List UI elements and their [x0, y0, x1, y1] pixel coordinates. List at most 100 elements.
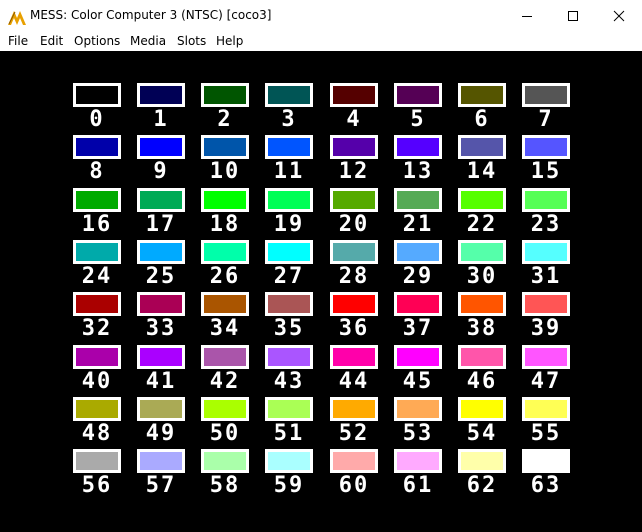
color-index-label: 35 — [273, 316, 305, 341]
color-index-label: 48 — [81, 421, 113, 446]
color-index-label: 20 — [338, 212, 370, 237]
color-swatch — [330, 188, 378, 212]
window-title: MESS: Color Computer 3 (NTSC) [coco3] — [30, 8, 272, 22]
color-swatch — [458, 292, 506, 316]
palette-cell: 15 — [522, 135, 570, 183]
menu-bar: File Edit Options Media Slots Help — [0, 32, 642, 51]
color-index-label: 8 — [89, 159, 105, 184]
palette-cell: 41 — [137, 345, 185, 393]
color-index-label: 59 — [273, 473, 305, 498]
color-index-label: 17 — [145, 212, 177, 237]
color-index-label: 15 — [530, 159, 562, 184]
palette-cell: 28 — [330, 240, 378, 288]
color-swatch — [522, 397, 570, 421]
palette-cell: 51 — [265, 397, 313, 445]
color-index-label: 27 — [273, 264, 305, 289]
color-index-label: 36 — [338, 316, 370, 341]
color-index-label: 60 — [338, 473, 370, 498]
color-index-label: 52 — [338, 421, 370, 446]
color-index-label: 13 — [402, 159, 434, 184]
color-swatch — [458, 188, 506, 212]
color-swatch — [73, 292, 121, 316]
palette-cell: 31 — [522, 240, 570, 288]
palette-cell: 36 — [330, 292, 378, 340]
color-index-label: 29 — [402, 264, 434, 289]
palette-cell: 43 — [265, 345, 313, 393]
palette-cell: 14 — [458, 135, 506, 183]
emulator-screen[interactable]: 0 1 2 3 4 5 6 7 8 9 10 11 12 13 14 15 16 17 18 19 20 21 22 23 24… — [0, 51, 642, 532]
palette-cell: 60 — [330, 449, 378, 497]
color-swatch — [458, 397, 506, 421]
mess-app-icon — [8, 11, 26, 25]
palette-cell: 32 — [73, 292, 121, 340]
color-index-label: 32 — [81, 316, 113, 341]
color-index-label: 33 — [145, 316, 177, 341]
palette-cell: 3 — [265, 83, 313, 131]
color-index-label: 38 — [466, 316, 498, 341]
color-index-label: 3 — [281, 107, 297, 132]
color-index-label: 63 — [530, 473, 562, 498]
palette-cell: 40 — [73, 345, 121, 393]
color-swatch — [330, 292, 378, 316]
menu-file[interactable]: File — [8, 34, 28, 48]
color-index-label: 4 — [346, 107, 362, 132]
color-swatch — [458, 449, 506, 473]
color-index-label: 54 — [466, 421, 498, 446]
menu-edit[interactable]: Edit — [40, 34, 63, 48]
color-swatch — [265, 345, 313, 369]
color-swatch — [394, 292, 442, 316]
color-swatch — [394, 188, 442, 212]
palette-cell: 7 — [522, 83, 570, 131]
color-index-label: 24 — [81, 264, 113, 289]
color-swatch — [522, 135, 570, 159]
color-index-label: 39 — [530, 316, 562, 341]
palette-cell: 13 — [394, 135, 442, 183]
color-swatch — [201, 188, 249, 212]
close-button[interactable] — [596, 0, 642, 32]
menu-slots[interactable]: Slots — [177, 34, 206, 48]
palette-cell: 9 — [137, 135, 185, 183]
color-swatch — [458, 135, 506, 159]
palette-cell: 33 — [137, 292, 185, 340]
color-index-label: 34 — [209, 316, 241, 341]
color-swatch — [201, 292, 249, 316]
maximize-button[interactable] — [550, 0, 596, 32]
color-index-label: 57 — [145, 473, 177, 498]
menu-help[interactable]: Help — [216, 34, 243, 48]
color-swatch — [137, 449, 185, 473]
color-index-label: 43 — [273, 369, 305, 394]
palette-cell: 29 — [394, 240, 442, 288]
palette-cell: 10 — [201, 135, 249, 183]
palette-cell: 1 — [137, 83, 185, 131]
color-swatch — [201, 83, 249, 107]
color-index-label: 45 — [402, 369, 434, 394]
color-index-label: 9 — [153, 159, 169, 184]
minimize-button[interactable] — [504, 0, 550, 32]
palette-cell: 45 — [394, 345, 442, 393]
color-swatch — [522, 188, 570, 212]
color-index-label: 22 — [466, 212, 498, 237]
color-swatch — [73, 397, 121, 421]
color-swatch — [330, 397, 378, 421]
color-index-label: 50 — [209, 421, 241, 446]
color-swatch — [201, 449, 249, 473]
color-swatch — [394, 83, 442, 107]
color-swatch — [137, 292, 185, 316]
color-index-label: 25 — [145, 264, 177, 289]
color-index-label: 51 — [273, 421, 305, 446]
color-swatch — [137, 135, 185, 159]
palette-cell: 5 — [394, 83, 442, 131]
title-bar[interactable]: MESS: Color Computer 3 (NTSC) [coco3] — [0, 0, 642, 32]
color-index-label: 41 — [145, 369, 177, 394]
palette-cell: 0 — [73, 83, 121, 131]
color-swatch — [265, 240, 313, 264]
color-swatch — [522, 83, 570, 107]
menu-options[interactable]: Options — [74, 34, 120, 48]
menu-media[interactable]: Media — [130, 34, 166, 48]
maximize-icon — [568, 11, 578, 21]
palette-cell: 55 — [522, 397, 570, 445]
color-index-label: 10 — [209, 159, 241, 184]
palette-cell: 25 — [137, 240, 185, 288]
color-swatch — [265, 83, 313, 107]
color-index-label: 62 — [466, 473, 498, 498]
